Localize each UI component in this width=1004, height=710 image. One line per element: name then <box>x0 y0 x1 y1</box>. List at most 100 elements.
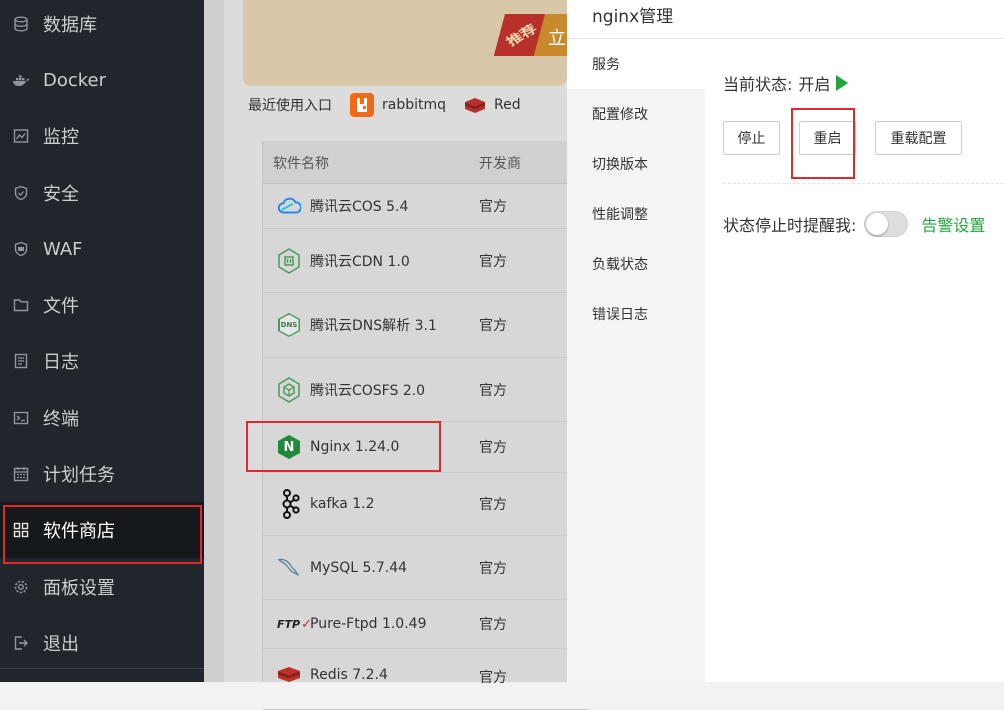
software-name: Pure-Ftpd 1.0.49 <box>310 616 427 632</box>
restart-button[interactable]: 重启 <box>799 121 856 155</box>
sidebar-item-label: 日志 <box>43 352 79 373</box>
table-row[interactable]: FTP ✓ Pure-Ftpd 1.0.49 官方 <box>263 600 588 649</box>
sidebar-item-label: 计划任务 <box>43 465 115 486</box>
recent-item-rabbitmq[interactable]: rabbitmq <box>350 93 446 117</box>
sidebar-item-waf[interactable]: WAF <box>0 221 204 277</box>
alert-label: 状态停止时提醒我: <box>723 216 857 235</box>
software-developer: 官方 <box>479 253 507 270</box>
recent-item-redis[interactable]: Red <box>464 92 521 118</box>
alert-settings-link[interactable]: 告警设置 <box>921 212 985 236</box>
drawer-header: nginx管理 <box>567 0 1004 39</box>
recent-item-label: Red <box>494 97 521 113</box>
mysql-icon <box>277 556 301 580</box>
store-panel: 推荐 立 最近使用入口 rabbitmq Red 软件名称 开发商 腾讯云COS <box>224 0 588 710</box>
software-developer: 官方 <box>479 560 507 577</box>
service-content: 当前状态: 开启 停止 重启 重载配置 状态停止时提醒我: 告警设置 <box>705 39 1004 682</box>
drawer-nav: 服务 配置修改 切换版本 性能调整 负载状态 错误日志 <box>567 39 705 682</box>
table-row[interactable]: MySQL 5.7.44 官方 <box>263 536 588 600</box>
tab-switch-version[interactable]: 切换版本 <box>567 139 705 189</box>
tab-config-edit[interactable]: 配置修改 <box>567 89 705 139</box>
table-row[interactable]: 腾讯云COS 5.4 官方 <box>263 184 588 229</box>
table-header: 软件名称 开发商 <box>263 141 588 184</box>
software-developer: 官方 <box>479 670 507 686</box>
software-table: 软件名称 开发商 腾讯云COS 5.4 官方 腾讯云CDN 1.0 官方 DNS… <box>262 141 588 710</box>
software-name: Nginx 1.24.0 <box>310 439 400 455</box>
rabbitmq-icon <box>350 93 374 117</box>
calendar-icon <box>12 465 30 483</box>
redis-icon <box>464 92 486 118</box>
sidebar-item-panel-settings[interactable]: 面板设置 <box>0 559 204 615</box>
docker-icon <box>12 71 30 89</box>
sidebar-item-label: 软件商店 <box>43 521 115 542</box>
sidebar-item-label: 退出 <box>43 634 79 655</box>
tab-error-log[interactable]: 错误日志 <box>567 289 705 339</box>
table-row[interactable]: Redis 7.2.4 官方 <box>263 649 588 710</box>
software-developer: 官方 <box>479 497 507 513</box>
software-developer: 官方 <box>479 199 507 215</box>
status-row: 当前状态: 开启 <box>723 71 849 95</box>
sidebar-item-label: WAF <box>43 238 83 260</box>
cloud-icon <box>277 194 301 218</box>
toggle-knob <box>866 213 889 235</box>
sidebar-item-docker[interactable]: Docker <box>0 52 204 108</box>
sidebar-item-monitor[interactable]: 监控 <box>0 108 204 164</box>
cdn-icon <box>277 247 301 274</box>
alert-toggle[interactable] <box>864 211 909 237</box>
software-developer: 官方 <box>479 318 507 334</box>
recent-label: 最近使用入口 <box>248 98 332 114</box>
recent-entries: 最近使用入口 rabbitmq Red <box>248 92 521 118</box>
banner-tag: 推荐 立 <box>493 14 567 56</box>
table-row[interactable]: 腾讯云CDN 1.0 官方 <box>263 229 588 293</box>
nginx-icon: N <box>277 435 301 459</box>
stop-button[interactable]: 停止 <box>723 121 780 155</box>
nginx-manager-drawer: nginx管理 服务 配置修改 切换版本 性能调整 负载状态 错误日志 当前状态… <box>567 0 1004 682</box>
status-value: 开启 <box>798 75 831 94</box>
drawer-title: nginx管理 <box>592 7 674 27</box>
waf-icon <box>12 240 30 258</box>
play-icon <box>836 75 849 91</box>
sidebar-item-logs[interactable]: 日志 <box>0 333 204 389</box>
sidebar-item-label: 安全 <box>43 184 79 205</box>
sidebar-item-label: Docker <box>43 69 107 91</box>
software-name: MySQL 5.7.44 <box>310 559 408 576</box>
software-name: 腾讯云COS 5.4 <box>310 199 409 215</box>
reload-config-button[interactable]: 重载配置 <box>875 121 962 155</box>
sidebar-item-logout[interactable]: 退出 <box>0 615 204 671</box>
sidebar-item-label: 监控 <box>43 127 79 148</box>
sidebar-item-security[interactable]: 安全 <box>0 165 204 221</box>
recommend-badge: 推荐 <box>503 22 541 50</box>
tab-service[interactable]: 服务 <box>567 39 705 89</box>
database-icon <box>12 15 30 33</box>
software-name: 腾讯云CDN 1.0 <box>310 253 410 270</box>
ftp-icon: FTP ✓ <box>277 616 312 632</box>
promo-banner[interactable]: 推荐 立 <box>243 0 567 86</box>
banner-button-text[interactable]: 立 <box>548 24 566 50</box>
sidebar-item-database[interactable]: 数据库 <box>0 0 204 52</box>
sidebar-item-cron[interactable]: 计划任务 <box>0 446 204 502</box>
sidebar-divider <box>0 668 204 669</box>
log-icon <box>12 352 30 370</box>
table-row[interactable]: kafka 1.2 官方 <box>263 473 588 536</box>
recent-item-label: rabbitmq <box>382 97 447 113</box>
software-name: Redis 7.2.4 <box>310 667 388 683</box>
software-developer: 官方 <box>479 617 507 633</box>
tab-performance[interactable]: 性能调整 <box>567 189 705 239</box>
terminal-icon <box>12 409 30 427</box>
cosfs-icon <box>277 376 301 403</box>
table-row[interactable]: N Nginx 1.24.0 官方 <box>263 422 588 473</box>
tab-load-status[interactable]: 负载状态 <box>567 239 705 289</box>
status-label: 当前状态: <box>723 75 793 94</box>
column-header-name[interactable]: 软件名称 <box>273 153 329 173</box>
sidebar-item-software-store[interactable]: 软件商店 <box>0 502 204 558</box>
sidebar-item-label: 面板设置 <box>43 578 115 599</box>
monitor-icon <box>12 127 30 145</box>
sidebar-item-files[interactable]: 文件 <box>0 277 204 333</box>
software-name: 腾讯云DNS解析 3.1 <box>310 318 437 334</box>
table-row[interactable]: 腾讯云COSFS 2.0 官方 <box>263 358 588 422</box>
table-row[interactable]: DNS 腾讯云DNS解析 3.1 官方 <box>263 293 588 358</box>
gear-icon <box>12 578 30 596</box>
grid-icon <box>12 521 30 539</box>
column-header-developer[interactable]: 开发商 <box>479 153 521 173</box>
sidebar-item-label: 文件 <box>43 296 79 317</box>
sidebar-item-terminal[interactable]: 终端 <box>0 390 204 446</box>
